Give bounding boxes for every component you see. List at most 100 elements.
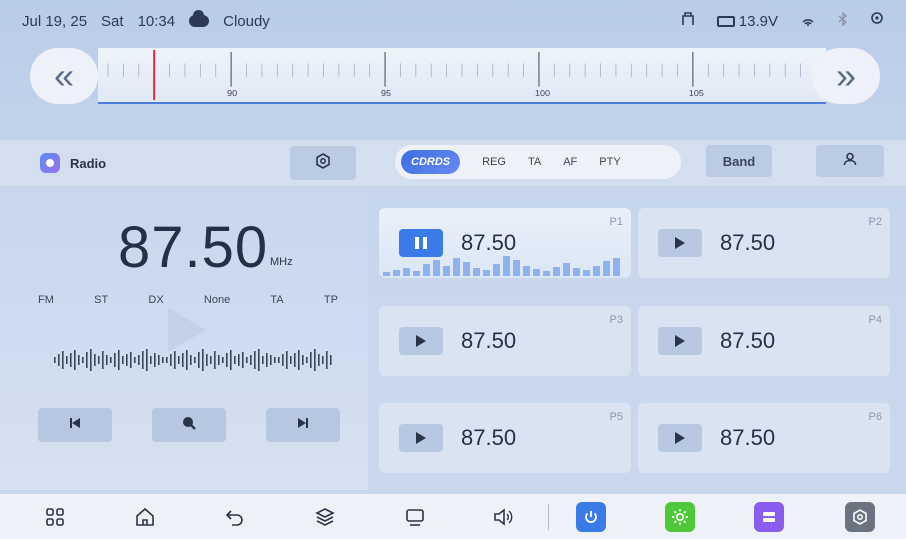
apps-icon[interactable] [40,502,70,532]
preset-label: P5 [609,411,623,423]
waveform-bar [62,351,64,369]
waveform-bar [294,353,296,367]
volume-icon[interactable] [488,502,518,532]
waveform-bar [262,356,264,364]
radio-title: Radio [40,153,106,173]
cloud-icon [189,10,210,27]
waveform-bar [166,357,168,363]
screen-icon[interactable] [400,502,430,532]
waveform-bar [258,349,260,371]
radio-title-label: Radio [70,155,107,171]
flag-tp: TP [323,294,338,306]
spectrum-bar [393,270,400,276]
back-icon[interactable] [220,502,250,532]
rds-option-af[interactable]: AF [563,156,577,168]
waveform-bar [214,351,216,369]
spectrum-bar [493,264,500,276]
status-time: 10:34 [137,12,176,30]
play-watermark-icon [168,308,206,352]
dock-divider [548,504,549,530]
waveform-bar [310,352,312,368]
pause-icon [415,237,427,249]
settings-icon[interactable] [845,502,875,532]
usb-icon [681,12,695,30]
preset-play-button[interactable] [399,424,443,452]
seek-next-button[interactable]: » [812,48,880,104]
waveform-bar [154,353,156,367]
preset-p1[interactable]: 87.50 P1 [379,208,631,278]
rds-option-ta[interactable]: TA [528,156,541,168]
waveform-bar [282,354,284,366]
home-icon[interactable] [130,502,160,532]
scan-button[interactable] [152,408,226,442]
preset-play-button[interactable] [658,424,702,452]
waveform-bar [82,357,84,363]
flag-none: None [203,294,231,306]
spectrum-bar [483,270,490,276]
rds-option-reg[interactable]: REG [482,156,506,168]
seek-prev-button[interactable]: « [30,48,98,104]
spectrum-bar [383,272,390,276]
preset-p3[interactable]: 87.50 P3 [379,306,631,376]
waveform-bar [210,356,212,364]
location-icon [870,12,884,30]
waveform-bar [142,351,144,369]
brightness-icon[interactable] [665,502,695,532]
waveform-bar [158,355,160,365]
rds-option-pty[interactable]: PTY [599,156,620,168]
prev-station-button[interactable] [38,408,112,442]
status-bar: Jul 19, 25 Sat 10:34 Cloudy 13.9V [0,0,906,42]
preset-p4[interactable]: 87.50 P4 [638,306,890,376]
preset-label: P6 [868,411,882,423]
spectrum-bars [383,256,620,276]
preset-play-button[interactable] [399,327,443,355]
waveform-bar [66,356,68,364]
preset-p2[interactable]: 87.50 P2 [638,208,890,278]
waveform-bar [150,356,152,364]
play-icon [416,335,426,347]
spectrum-bar [503,256,510,276]
spectrum-bar [513,260,520,276]
waveform-bar [110,357,112,363]
bluetooth-icon [838,11,848,30]
scale-label: 100 [535,88,550,98]
scale-label: 90 [227,88,237,98]
spectrum-bar [403,268,410,276]
radio-settings-button[interactable] [290,146,356,180]
profile-button[interactable] [816,145,884,177]
waveform-bar [94,354,96,366]
frequency-scale[interactable]: 90 95 100 105 [98,48,826,104]
radio-flags: FM ST DX None TA TP [38,294,338,306]
next-station-button[interactable] [266,408,340,442]
preset-p5[interactable]: 87.50 P5 [379,403,631,473]
preset-label: P1 [609,216,623,228]
hexagon-settings-icon [315,152,331,174]
band-button[interactable]: Band [706,145,772,177]
preset-play-button[interactable] [658,327,702,355]
spectrum-bar [413,271,420,276]
storage-icon[interactable] [754,502,784,532]
waveform-bar [102,351,104,369]
power-icon[interactable] [576,502,606,532]
waveform-bar [290,356,292,364]
play-icon [416,432,426,444]
rds-toggle[interactable]: CDRDS [401,150,461,174]
rds-options: CDRDS REG TA AF PTY [395,145,681,179]
waveform-bar [238,354,240,366]
waveform-bar [74,350,76,370]
waveform-bar [202,349,204,371]
preset-p6[interactable]: 87.50 P6 [638,403,890,473]
layers-icon[interactable] [310,502,340,532]
spectrum-bar [593,266,600,276]
preset-frequency: 87.50 [720,230,776,255]
frequency-unit: MHz [270,256,293,268]
scale-label: 95 [381,88,391,98]
waveform-bar [70,353,72,367]
spectrum-bar [453,258,460,276]
waveform-bar [146,349,148,371]
storage-tile [754,502,784,532]
waveform-bar [134,357,136,363]
spectrum-bar [573,268,580,276]
preset-play-button[interactable] [658,229,702,257]
flag-fm: FM [38,294,54,306]
